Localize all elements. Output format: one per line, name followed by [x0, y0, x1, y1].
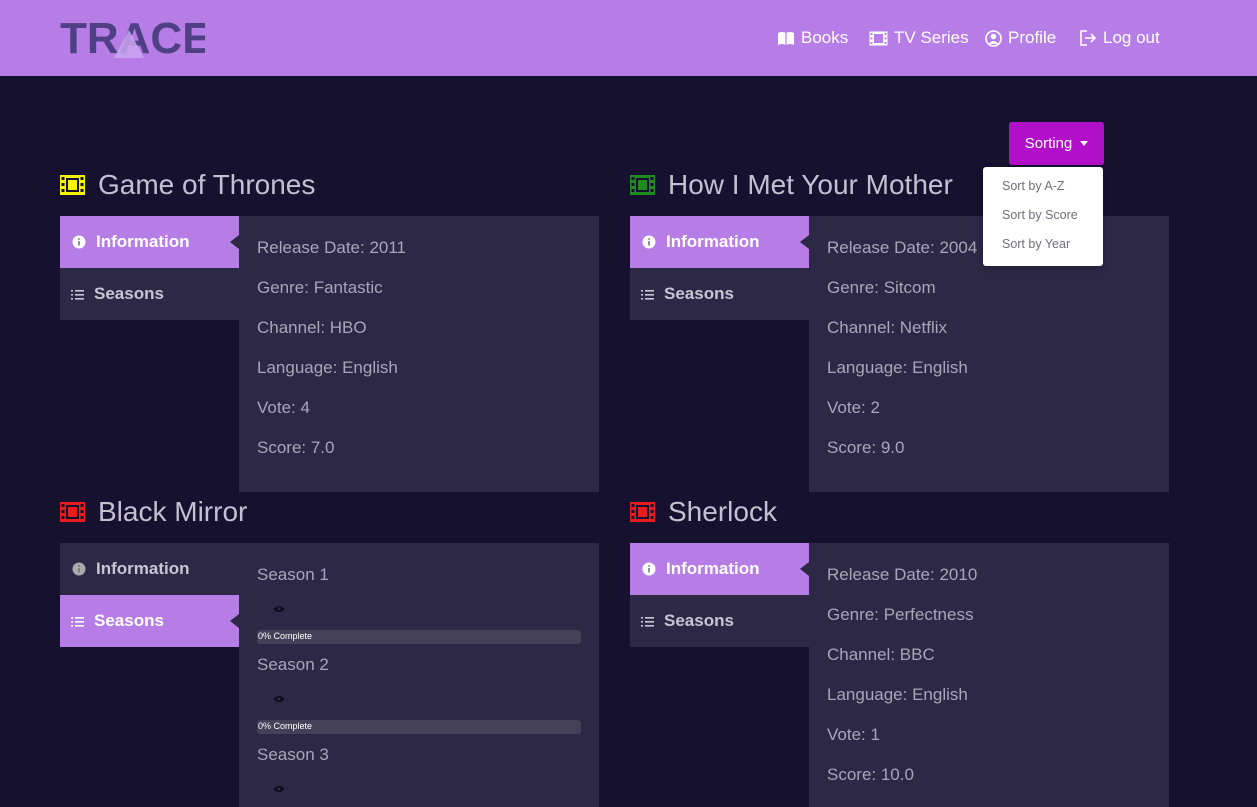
- nav-logout[interactable]: Log out: [1079, 26, 1160, 50]
- eye-icon[interactable]: [273, 785, 285, 793]
- eye-icon[interactable]: [273, 605, 285, 613]
- sorting-label: Sorting: [1024, 135, 1073, 152]
- info-line: Channel: HBO: [257, 318, 367, 337]
- trace-logo[interactable]: TRACE: [60, 16, 205, 60]
- list-icon: [641, 289, 654, 300]
- series-title-text: Black Mirror: [98, 496, 248, 527]
- series-title: Sherlock: [630, 494, 777, 530]
- sort-by-year-option[interactable]: Sort by Year: [1002, 237, 1070, 251]
- info-line: Score: 10.0: [827, 765, 914, 784]
- tab-seasons-label: Seasons: [664, 611, 734, 630]
- tab-seasons[interactable]: Seasons: [60, 595, 239, 647]
- info-line: Release Date: 2004: [827, 238, 978, 257]
- series-title: How I Met Your Mother: [630, 167, 953, 203]
- series-detail-panel: Season 1 0% Complete Season 2 0% Complete Se…: [239, 543, 599, 807]
- sort-by-az-option[interactable]: Sort by A-Z: [1002, 179, 1065, 193]
- info-circle-icon: [642, 235, 656, 249]
- series-title-text: How I Met Your Mother: [668, 169, 953, 200]
- sorting-menu: Sort by A-Z Sort by Score Sort by Year: [983, 167, 1103, 266]
- top-navbar: TRACE Books TV Series: [0, 0, 1257, 76]
- info-line: Genre: Perfectness: [827, 605, 974, 624]
- season-progress-bar: 0% Complete: [257, 630, 581, 644]
- info-line: Language: English: [827, 685, 968, 704]
- film-icon: [630, 502, 655, 522]
- series-title-text: Game of Thrones: [98, 169, 316, 200]
- tab-information[interactable]: Information: [60, 543, 239, 595]
- season-name: Season 3: [257, 745, 329, 764]
- list-icon: [641, 616, 654, 627]
- nav-profile[interactable]: Profile: [985, 26, 1056, 50]
- tab-information[interactable]: Information: [60, 216, 239, 268]
- season-name: Season 1: [257, 565, 329, 584]
- info-circle-icon: [72, 562, 86, 576]
- tab-information[interactable]: Information: [630, 216, 809, 268]
- eye-icon[interactable]: [273, 695, 285, 703]
- progress-label: 0% Complete: [258, 721, 313, 731]
- info-line: Genre: Fantastic: [257, 278, 383, 297]
- tab-seasons-label: Seasons: [94, 611, 164, 630]
- nav-logout-label: Log out: [1103, 28, 1160, 47]
- series-tabs: Information Seasons: [630, 216, 809, 320]
- progress-label: 0% Complete: [258, 631, 313, 641]
- series-tabs: Information Seasons: [60, 216, 239, 320]
- series-title-text: Sherlock: [668, 496, 777, 527]
- season-name: Season 2: [257, 655, 329, 674]
- series-detail-panel: Release Date: 2010 Genre: Perfectness Chan…: [809, 543, 1169, 807]
- info-line: Channel: Netflix: [827, 318, 948, 337]
- info-line: Channel: BBC: [827, 645, 935, 664]
- tab-information-label: Information: [666, 559, 760, 578]
- list-icon: [71, 289, 84, 300]
- sorting-dropdown-button[interactable]: Sorting: [1009, 122, 1104, 165]
- info-line: Score: 7.0: [257, 438, 335, 457]
- info-circle-icon: [642, 562, 656, 576]
- info-line: Vote: 4: [257, 398, 310, 417]
- series-title: Game of Thrones: [60, 167, 315, 203]
- season-progress-bar: 0% Complete: [257, 720, 581, 734]
- caret-down-icon: [1080, 141, 1089, 146]
- tab-information-label: Information: [666, 232, 760, 251]
- nav-tv-series-label: TV Series: [894, 28, 969, 47]
- nav-profile-label: Profile: [1008, 28, 1057, 47]
- film-icon: [869, 31, 888, 45]
- info-line: Release Date: 2010: [827, 565, 978, 584]
- nav-tv-series[interactable]: TV Series: [869, 26, 969, 50]
- list-icon: [71, 616, 84, 627]
- film-icon: [630, 175, 655, 195]
- tab-seasons-label: Seasons: [94, 284, 164, 303]
- tab-information-label: Information: [96, 232, 190, 251]
- tab-information-label: Information: [96, 559, 190, 578]
- info-line: Vote: 2: [827, 398, 880, 417]
- nav-books-label: Books: [801, 28, 849, 47]
- book-icon: [778, 31, 794, 45]
- info-line: Release Date: 2011: [257, 238, 407, 257]
- info-line: Language: English: [257, 358, 398, 377]
- tab-seasons[interactable]: Seasons: [630, 268, 809, 320]
- series-tabs: Information Seasons: [630, 543, 809, 647]
- tab-seasons[interactable]: Seasons: [60, 268, 239, 320]
- logout-icon: [1080, 30, 1097, 46]
- sort-by-score-option[interactable]: Sort by Score: [1002, 208, 1078, 222]
- info-line: Genre: Sitcom: [827, 278, 936, 297]
- info-line: Language: English: [827, 358, 968, 377]
- info-line: Vote: 1: [827, 725, 880, 744]
- tab-seasons[interactable]: Seasons: [630, 595, 809, 647]
- series-detail-panel: Release Date: 2011 Genre: Fantastic Channe…: [239, 216, 599, 492]
- series-tabs: Information Seasons: [60, 543, 239, 647]
- nav-books[interactable]: Books: [777, 26, 848, 50]
- series-title: Black Mirror: [60, 494, 247, 530]
- user-circle-icon: [985, 29, 1002, 47]
- film-icon: [60, 502, 85, 522]
- tab-seasons-label: Seasons: [664, 284, 734, 303]
- tab-information[interactable]: Information: [630, 543, 809, 595]
- info-circle-icon: [72, 235, 86, 249]
- film-icon: [60, 175, 85, 195]
- info-line: Score: 9.0: [827, 438, 905, 457]
